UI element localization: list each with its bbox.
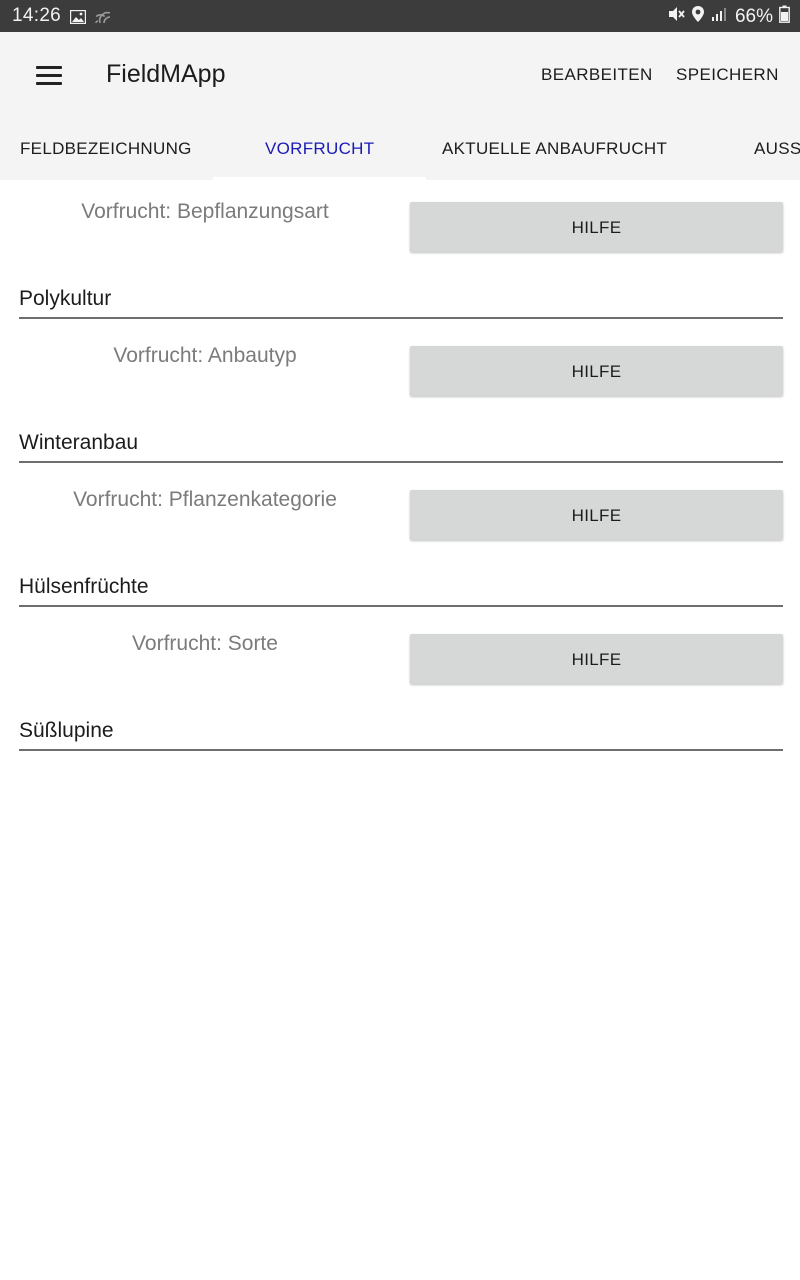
save-button[interactable]: SPEICHERN: [676, 65, 779, 85]
help-button-pflanzenkategorie[interactable]: HILFE: [410, 490, 783, 540]
gallery-icon: [69, 8, 87, 30]
menu-icon[interactable]: [36, 66, 62, 86]
field-value-pflanzenkategorie[interactable]: Hülsenfrüchte: [19, 575, 783, 607]
tab-vorfrucht[interactable]: VORFRUCHT: [265, 120, 374, 180]
tab-aktuelle-anbaufrucht[interactable]: AKTUELLE ANBAUFRUCHT: [442, 120, 667, 180]
battery-icon: [779, 5, 790, 29]
field-value-sorte[interactable]: Süßlupine: [19, 719, 783, 751]
field-value-bepflanzungsart[interactable]: Polykultur: [19, 287, 783, 319]
help-button-bepflanzungsart[interactable]: HILFE: [410, 202, 783, 252]
battery-percentage: 66%: [734, 6, 773, 27]
help-button-sorte[interactable]: HILFE: [410, 634, 783, 684]
status-bar: 14:26 66%: [0, 0, 800, 32]
edit-button[interactable]: BEARBEITEN: [541, 65, 653, 85]
active-tab-indicator: [213, 177, 426, 181]
tab-auss[interactable]: AUSS: [754, 120, 800, 180]
cast-icon: [94, 7, 112, 31]
field-value-anbautyp[interactable]: Winteranbau: [19, 431, 783, 463]
location-icon: [691, 5, 705, 29]
field-label-anbautyp: Vorfrucht: Anbautyp: [113, 344, 297, 367]
tab-bar: FELDBEZEICHNUNG VORFRUCHT AKTUELLE ANBAU…: [0, 120, 800, 180]
app-bar: FieldMApp BEARBEITEN SPEICHERN: [0, 32, 800, 120]
field-label-bepflanzungsart: Vorfrucht: Bepflanzungsart: [81, 200, 329, 223]
tab-feldbezeichnung[interactable]: FELDBEZEICHNUNG: [20, 120, 192, 180]
status-time: 14:26: [12, 5, 62, 26]
app-title: FieldMApp: [106, 60, 226, 88]
help-button-anbautyp[interactable]: HILFE: [410, 346, 783, 396]
field-label-sorte: Vorfrucht: Sorte: [132, 632, 278, 655]
field-label-pflanzenkategorie: Vorfrucht: Pflanzenkategorie: [73, 488, 337, 511]
signal-icon: [711, 6, 729, 28]
mute-icon: [667, 5, 685, 29]
